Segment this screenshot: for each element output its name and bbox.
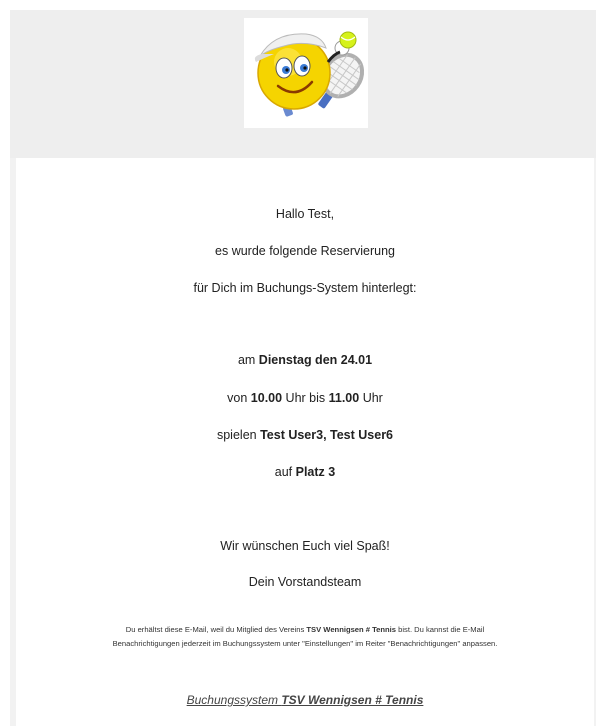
intro-line-2: für Dich im Buchungs-System hinterlegt: xyxy=(193,281,417,295)
reservation-time: von 10.00 Uhr bis 11.00 Uhr xyxy=(16,390,594,406)
signature: Dein Vorstandsteam xyxy=(248,575,362,589)
reservation-players: spielen Test User3, Test User6 xyxy=(16,427,594,443)
notice-post: bist. Du kannst die E-Mail xyxy=(396,625,485,634)
court-prefix: auf xyxy=(274,465,296,479)
email-header xyxy=(10,10,596,158)
date-value: Dienstag den 24.01 xyxy=(258,353,373,367)
players-prefix: spielen xyxy=(216,428,261,442)
intro-line-1: es wurde folgende Reservierung xyxy=(215,244,395,258)
time-prefix: von xyxy=(227,391,251,405)
tennis-smiley-icon xyxy=(254,31,365,117)
greeting: Hallo Test, xyxy=(275,207,335,221)
notice-line-1: Du erhältst diese E-Mail, weil du Mitgli… xyxy=(16,623,594,636)
wish-text: Wir wünschen Euch viel Spaß! xyxy=(220,539,390,553)
date-prefix: am xyxy=(237,353,259,367)
logo xyxy=(244,18,368,128)
email-card: Hallo Test, es wurde folgende Reservieru… xyxy=(16,158,594,726)
players-value: Test User3, Test User6 xyxy=(260,428,394,442)
email-page: Hallo Test, es wurde folgende Reservieru… xyxy=(0,0,596,726)
link-prefix: Buchungssystem xyxy=(186,693,282,707)
time-mid: Uhr bis xyxy=(282,391,329,405)
notice-pre: Du erhältst diese E-Mail, weil du Mitgli… xyxy=(125,625,307,634)
time-from: 10.00 xyxy=(250,391,283,405)
link-club: TSV Wennigsen # Tennis xyxy=(281,693,424,707)
email-body-wrapper: Hallo Test, es wurde folgende Reservieru… xyxy=(10,158,596,726)
reservation-court: auf Platz 3 xyxy=(16,464,594,480)
time-to: 11.00 xyxy=(328,391,360,405)
time-suffix: Uhr xyxy=(359,391,383,405)
reservation-date: am Dienstag den 24.01 xyxy=(16,352,594,368)
court-value: Platz 3 xyxy=(295,465,336,479)
notice-line-2: Benachrichtigungen jederzeit im Buchungs… xyxy=(112,639,498,648)
booking-system-link[interactable]: Buchungssystem TSV Wennigsen # Tennis xyxy=(16,692,594,708)
notice-club: TSV Wennigsen # Tennis xyxy=(306,625,397,634)
